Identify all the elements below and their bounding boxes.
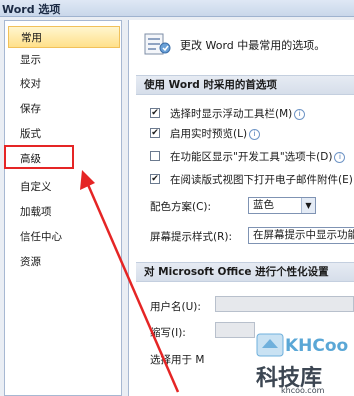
option-reading-attachments-label: 在阅读版式视图下打开电子邮件附件(E) <box>170 174 353 186</box>
option-mini-toolbar-label: 选择时显示浮动工具栏(M) <box>170 108 293 120</box>
tooltip-style-label: 屏幕提示样式(R): <box>150 231 233 243</box>
checkbox-developer-tab[interactable] <box>150 151 160 161</box>
option-live-preview-label: 启用实时预览(L) <box>170 128 248 140</box>
initials-field[interactable] <box>215 322 255 338</box>
color-scheme-label: 配色方案(C): <box>150 201 212 213</box>
panel-header-text: 更改 Word 中最常用的选项。 <box>180 39 326 52</box>
color-scheme-select[interactable]: 蓝色 ▼ <box>248 197 316 214</box>
info-icon: i <box>249 129 261 140</box>
option-developer-tab[interactable]: 在功能区显示"开发工具"选项卡(D) i <box>150 149 354 165</box>
info-icon: i <box>334 152 346 163</box>
sidebar-item-layout[interactable]: 版式 <box>8 123 120 145</box>
sidebar-item-proofing[interactable]: 校对 <box>8 73 120 95</box>
watermark-brand: KHCoo <box>285 336 349 356</box>
option-live-preview[interactable]: ✔ 启用实时预览(L) i <box>150 126 330 142</box>
annotation-highlight-box <box>4 145 74 169</box>
username-field[interactable] <box>215 296 354 312</box>
checkbox-reading-attachments[interactable]: ✔ <box>150 174 160 184</box>
language-label: 选择用于 M <box>150 354 205 366</box>
section-title-preferences: 使用 Word 时采用的首选项 <box>136 75 354 95</box>
sidebar: 常用 显示 校对 保存 版式 高级 自定义 加载项 信任中心 资源 <box>4 20 122 396</box>
initials-label: 缩写(I): <box>150 327 186 339</box>
checkbox-mini-toolbar[interactable]: ✔ <box>150 108 160 118</box>
tooltip-style-value: 在屏幕提示中显示功能说明 <box>253 229 354 241</box>
sidebar-item-customize[interactable]: 自定义 <box>8 176 120 198</box>
checkbox-live-preview[interactable]: ✔ <box>150 128 160 138</box>
sidebar-item-save[interactable]: 保存 <box>8 98 120 120</box>
sidebar-item-display[interactable]: 显示 <box>8 49 120 71</box>
username-label: 用户名(U): <box>150 301 201 313</box>
sidebar-item-trust-center[interactable]: 信任中心 <box>8 226 120 248</box>
option-mini-toolbar[interactable]: ✔ 选择时显示浮动工具栏(M) i <box>150 106 330 122</box>
options-icon <box>144 33 171 55</box>
chevron-down-icon[interactable]: ▼ <box>301 198 315 213</box>
sidebar-item-addins[interactable]: 加载项 <box>8 201 120 223</box>
sidebar-item-common[interactable]: 常用 <box>8 26 120 48</box>
window-title: Word 选项 <box>2 3 61 16</box>
color-scheme-value: 蓝色 <box>253 199 274 211</box>
section-title-personalize: 对 Microsoft Office 进行个性化设置 <box>136 262 354 282</box>
watermark-url: khcoo.com <box>281 386 325 395</box>
option-reading-attachments[interactable]: ✔ 在阅读版式视图下打开电子邮件附件(E) <box>150 172 354 188</box>
sidebar-item-resources[interactable]: 资源 <box>8 251 120 273</box>
info-icon: i <box>294 109 306 120</box>
title-bar: Word 选项 <box>0 0 354 17</box>
option-developer-tab-label: 在功能区显示"开发工具"选项卡(D) <box>170 151 333 163</box>
tooltip-style-select[interactable]: 在屏幕提示中显示功能说明 <box>248 227 354 244</box>
